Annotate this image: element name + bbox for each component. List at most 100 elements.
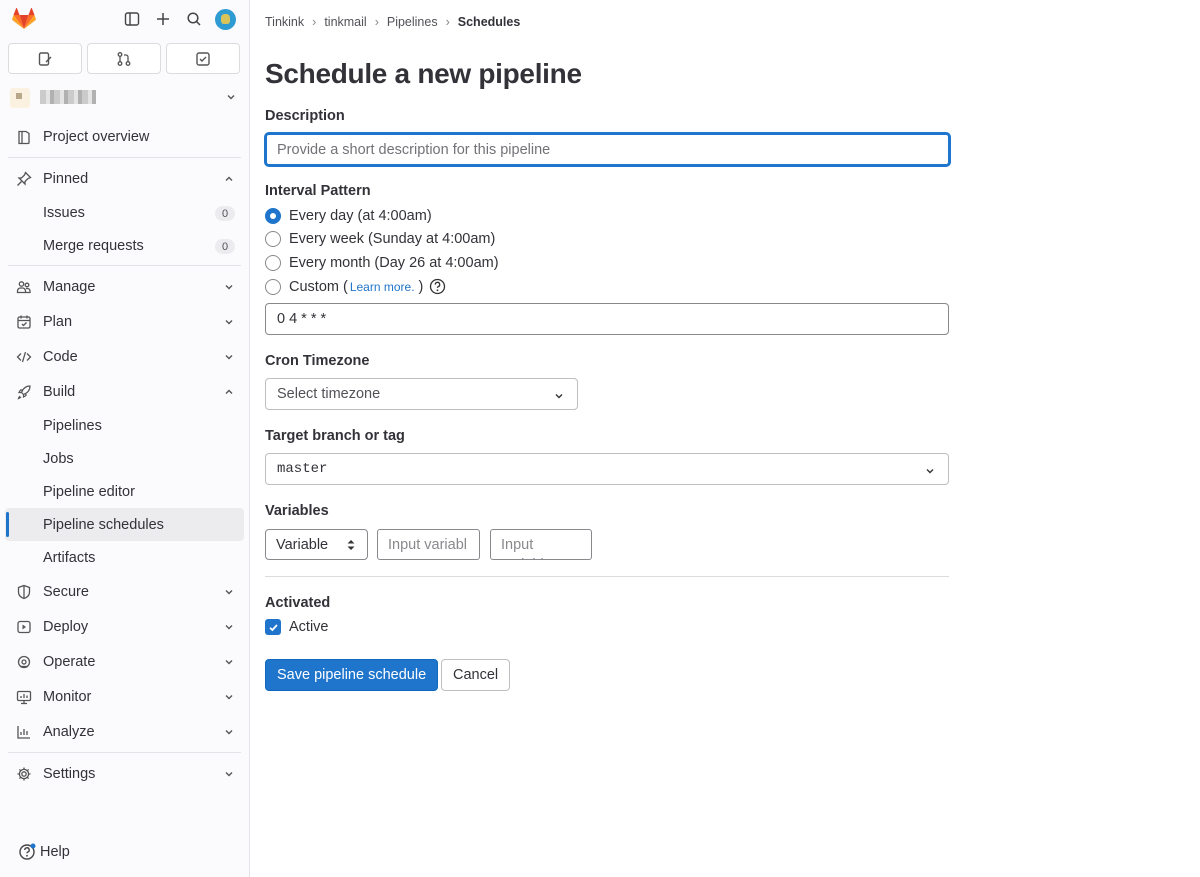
user-avatar[interactable] [215,9,236,30]
question-icon[interactable] [429,278,446,295]
divider [8,265,241,266]
users-icon [15,278,33,296]
sidebar-item-jobs[interactable]: Jobs [0,442,249,475]
variables-label: Variables [265,503,329,519]
chevron-up-icon [225,389,233,394]
chevron-up-icon [225,176,233,181]
sidebar-item-pipeline-editor[interactable]: Pipeline editor [0,475,249,508]
sidebar-item-build[interactable]: Build [0,374,249,409]
radio-label: Every month (Day 26 at 4:00am) [289,255,499,271]
sidebar-item-label: Secure [43,583,89,600]
project-switcher[interactable] [0,84,249,114]
sidebar-item-pipelines[interactable]: Pipelines [0,409,249,442]
sidebar-item-label: Build [43,383,76,400]
sort-icon [347,540,355,550]
radio-label: Custom ( [289,278,348,295]
sidebar-item-label: Operate [43,653,96,670]
radio-label: Every day (at 4:00am) [289,208,432,224]
breadcrumb-item[interactable]: Pipelines [387,15,438,29]
interval-option-custom[interactable]: Custom ( Learn more. ) [265,278,446,295]
breadcrumb-item[interactable]: Tinkink [265,15,304,29]
activated-label: Activated [265,595,331,611]
sidebar-item-deploy[interactable]: Deploy [0,609,249,644]
chevron-down-icon [225,355,233,360]
sidebar: Project overview Pinned Issues 0 Merge r… [0,0,250,877]
sidebar-item-manage[interactable]: Manage [0,269,249,304]
sidebar-item-label: Artifacts [43,549,96,566]
variable-key-input[interactable] [377,529,480,560]
cancel-button[interactable]: Cancel [441,659,511,691]
learn-more-link[interactable]: Learn more. [350,280,415,294]
divider [265,576,949,577]
chevron-down-icon [555,394,563,399]
checkmark-icon [268,623,278,631]
interval-pattern-label: Interval Pattern [265,183,371,199]
interval-option-weekly[interactable]: Every week (Sunday at 4:00am) [265,231,495,247]
radio-label-suffix: ) [418,278,424,295]
sidebar-item-project-overview[interactable]: Project overview [0,119,249,154]
radio-button[interactable] [265,231,281,247]
interval-option-monthly[interactable]: Every month (Day 26 at 4:00am) [265,255,499,271]
sidebar-item-code[interactable]: Code [0,339,249,374]
help-icon [19,843,36,860]
sidebar-item-artifacts[interactable]: Artifacts [0,541,249,574]
merge-requests-tab[interactable] [87,43,161,74]
save-pipeline-schedule-button[interactable]: Save pipeline schedule [265,659,439,691]
issues-tab[interactable] [8,43,82,74]
sidebar-item-issues[interactable]: Issues 0 [0,196,249,229]
active-checkbox-row[interactable]: Active [265,619,329,635]
todos-tab[interactable] [166,43,240,74]
project-icon [15,128,33,146]
active-checkbox[interactable] [265,619,281,635]
sidebar-item-plan[interactable]: Plan [0,304,249,339]
sidebar-item-operate[interactable]: Operate [0,644,249,679]
toggle-sidebar-icon[interactable] [122,9,142,29]
search-icon[interactable] [184,9,204,29]
chevron-down-icon [225,660,233,665]
radio-button-checked[interactable] [265,208,281,224]
chevron-down-icon [227,95,235,100]
description-label: Description [265,108,345,124]
sidebar-item-monitor[interactable]: Monitor [0,679,249,714]
sidebar-item-pipeline-schedules[interactable]: Pipeline schedules [5,508,244,541]
chevron-down-icon [225,590,233,595]
gitlab-logo-icon[interactable] [12,8,36,30]
sidebar-item-secure[interactable]: Secure [0,574,249,609]
variable-type-select[interactable]: Variable [265,529,368,560]
create-new-icon[interactable] [153,9,173,29]
sidebar-item-merge-requests[interactable]: Merge requests 0 [0,229,249,262]
target-branch-label: Target branch or tag [265,428,405,444]
sidebar-item-pinned[interactable]: Pinned [0,161,249,196]
sidebar-item-label: Project overview [43,128,150,145]
sidebar-item-label: Pipelines [43,417,102,434]
active-label: Active [289,619,329,635]
sidebar-item-analyze[interactable]: Analyze [0,714,249,749]
cloud-gear-icon [15,653,33,671]
count-badge: 0 [215,239,235,254]
sidebar-item-label: Jobs [43,450,74,467]
sidebar-item-label: Issues [43,204,85,221]
sidebar-item-settings[interactable]: Settings [0,756,249,791]
description-input[interactable] [265,133,950,166]
sidebar-item-label: Code [43,348,78,365]
sidebar-item-label: Pinned [43,170,89,187]
cron-input[interactable] [265,303,949,335]
code-icon [15,348,33,366]
radio-label: Every week (Sunday at 4:00am) [289,231,496,247]
help-button[interactable]: Help [18,843,70,861]
chevron-down-icon [225,730,233,735]
timezone-dropdown[interactable]: Select timezone [265,378,578,410]
chevron-down-icon [225,285,233,290]
issues-icon [38,51,52,66]
variable-value-input[interactable] [490,529,592,560]
breadcrumb-item[interactable]: tinkmail [324,15,366,29]
variable-type-value: Variable [276,536,329,553]
breadcrumb-current[interactable]: Schedules [458,15,521,29]
radio-button[interactable] [265,278,281,295]
target-branch-dropdown[interactable]: master [265,453,949,485]
thumbtack-icon [15,170,33,188]
sidebar-header [0,0,249,38]
radio-button[interactable] [265,255,281,271]
deployments-icon [15,618,33,636]
interval-option-daily[interactable]: Every day (at 4:00am) [265,208,432,224]
